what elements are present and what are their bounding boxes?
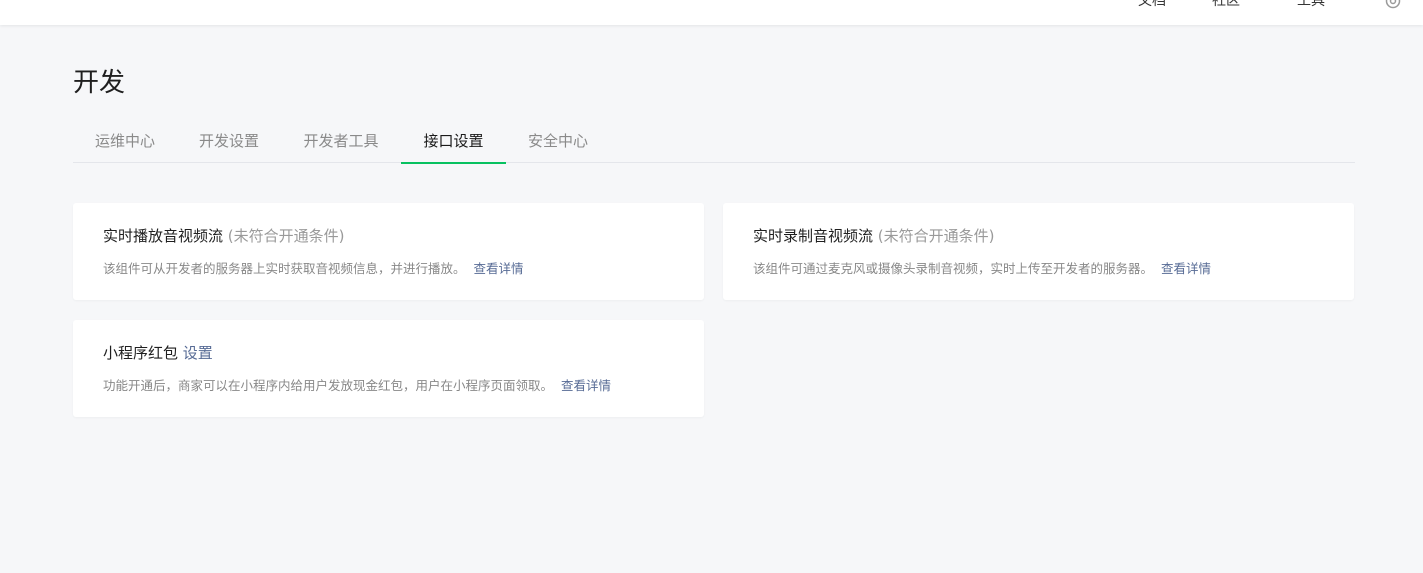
card-title: 实时播放音视频流 (未符合开通条件) (103, 225, 345, 247)
live-player-card: 实时播放音视频流 (未符合开通条件) 该组件可从开发者的服务器上实时获取音视频信… (73, 203, 704, 300)
gear-icon[interactable] (1384, 0, 1402, 10)
view-details-link[interactable]: 查看详情 (1161, 261, 1211, 276)
red-packet-card: 小程序红包 设置 功能开通后，商家可以在小程序内给用户发放现金红包，用户在小程序… (73, 320, 704, 417)
status-note: (未符合开通条件) (877, 227, 995, 245)
tab-bar: 运维中心 开发设置 开发者工具 接口设置 安全中心 (73, 121, 1355, 164)
top-navigation-bar: 文档 社区 工具 (0, 0, 1423, 25)
top-link-tools[interactable]: 工具 (1297, 0, 1325, 11)
card-description-text: 该组件可通过麦克风或摄像头录制音视频，实时上传至开发者的服务器。 (753, 261, 1154, 276)
status-note: (未符合开通条件) (227, 227, 345, 245)
live-pusher-card: 实时录制音视频流 (未符合开通条件) 该组件可通过麦克风或摄像头录制音视频，实时… (723, 203, 1354, 300)
view-details-link[interactable]: 查看详情 (474, 261, 524, 276)
tab-dev-tools[interactable]: 开发者工具 (281, 121, 401, 163)
card-description: 功能开通后，商家可以在小程序内给用户发放现金红包，用户在小程序页面领取。 查看详情 (103, 377, 611, 395)
tab-api-settings[interactable]: 接口设置 (401, 121, 506, 164)
card-title-text: 实时录制音视频流 (753, 227, 874, 245)
card-description: 该组件可从开发者的服务器上实时获取音视频信息，并进行播放。 查看详情 (103, 260, 524, 278)
page-title: 开发 (73, 68, 126, 98)
view-details-link[interactable]: 查看详情 (561, 378, 611, 393)
card-title: 小程序红包 设置 (103, 342, 213, 364)
card-description-text: 功能开通后，商家可以在小程序内给用户发放现金红包，用户在小程序页面领取。 (103, 378, 554, 393)
card-title-text: 实时播放音视频流 (103, 227, 224, 245)
card-description-text: 该组件可从开发者的服务器上实时获取音视频信息，并进行播放。 (103, 261, 466, 276)
card-title: 实时录制音视频流 (未符合开通条件) (753, 225, 995, 247)
top-link-community[interactable]: 社区 (1212, 0, 1240, 11)
tab-ops-center[interactable]: 运维中心 (73, 121, 177, 163)
card-title-text: 小程序红包 (103, 344, 179, 362)
settings-link[interactable]: 设置 (183, 344, 213, 362)
top-link-docs[interactable]: 文档 (1138, 0, 1166, 11)
tab-security-center[interactable]: 安全中心 (506, 121, 610, 163)
card-description: 该组件可通过麦克风或摄像头录制音视频，实时上传至开发者的服务器。 查看详情 (753, 260, 1211, 278)
tab-dev-settings[interactable]: 开发设置 (177, 121, 281, 163)
